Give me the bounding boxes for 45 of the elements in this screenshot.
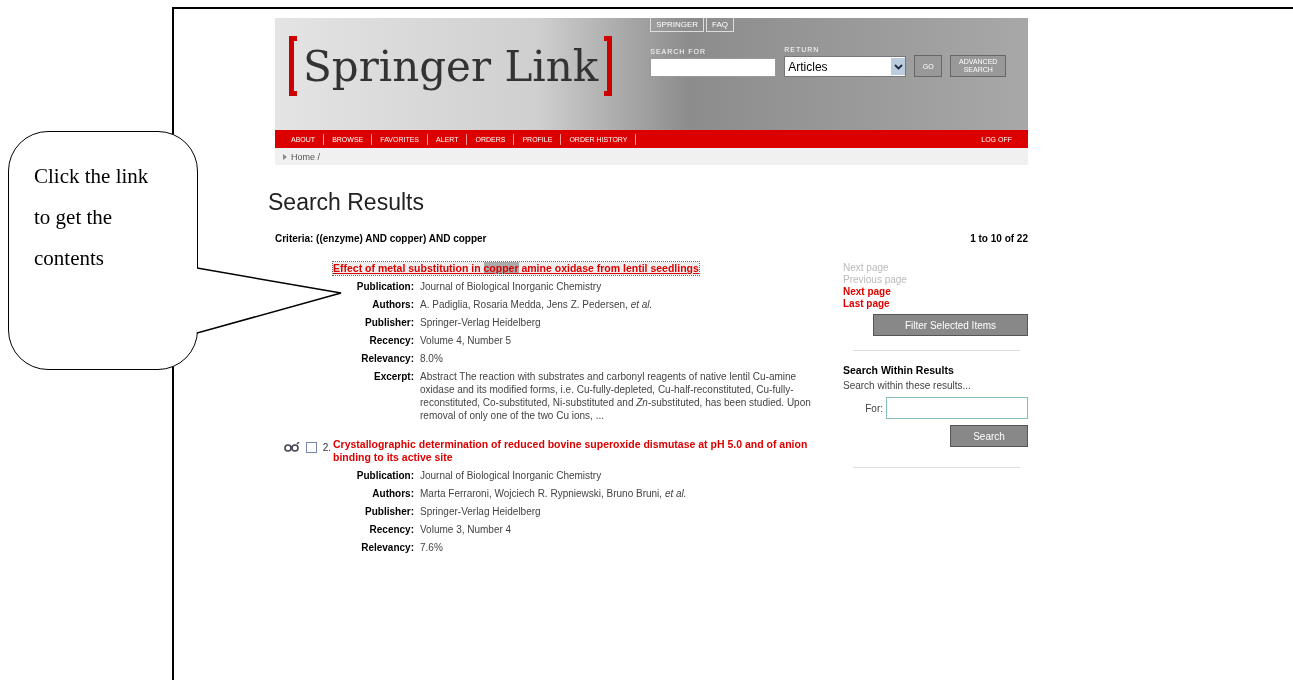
- field-label: Relevancy:: [360, 541, 415, 554]
- field-label: Authors:: [371, 487, 415, 500]
- callout-text: Click the link to get the contents: [34, 163, 150, 272]
- field-value: Volume 3, Number 4: [420, 523, 513, 536]
- breadcrumb-link[interactable]: Home /: [291, 151, 320, 162]
- field-value: Journal of Biological Inorganic Chemistry: [420, 280, 603, 293]
- field-label: Publisher:: [364, 316, 415, 329]
- field-value: A. Padiglia, Rosaria Medda, Jens Z. Pedersen, et al.: [420, 298, 654, 311]
- return-dropdown[interactable]: Articles: [784, 56, 907, 77]
- search-field[interactable]: [650, 58, 777, 77]
- field-label: Publication:: [355, 469, 415, 482]
- field-value: Springer-Verlag Heidelberg: [420, 316, 542, 329]
- field-label: Publisher:: [364, 505, 415, 518]
- pagination-link[interactable]: Last page: [843, 298, 1028, 310]
- page-title: Search Results: [268, 189, 425, 216]
- field-label: Recency:: [368, 334, 415, 347]
- field-value: Springer-Verlag Heidelberg: [420, 505, 542, 518]
- section-heading: Search Within Results: [843, 364, 955, 376]
- springerlink-logo: Springer Link: [285, 34, 617, 98]
- field-label: Relevancy:: [360, 352, 415, 365]
- search-within-field[interactable]: [886, 397, 1028, 419]
- field-label: Excerpt:: [373, 370, 415, 384]
- field-value: Marta Ferraroni, Wojciech R. Rypniewski, Bruno Bruni, et al.: [420, 487, 688, 500]
- field-value: 7.6%: [420, 541, 444, 554]
- top-tab[interactable]: SPRINGER: [650, 18, 704, 32]
- chevron-icon: [283, 153, 287, 160]
- top-tab[interactable]: FAQ: [706, 18, 735, 32]
- filter-selected-button[interactable]: Filter Selected Items: [873, 314, 1028, 336]
- result-title-link[interactable]: Crystallographic determination of reduced bovine superoxide dismutase at pH 5.0 and of anion binding to its active site: [333, 438, 813, 464]
- result-checkbox[interactable]: [305, 441, 317, 453]
- pagination-link[interactable]: Next page: [843, 286, 1028, 298]
- search-within-hint: Search within these results...: [843, 380, 972, 391]
- field-value: Volume 4, Number 5: [420, 334, 513, 347]
- for-label: For:: [865, 402, 883, 414]
- field-value: 8.0%: [420, 352, 444, 365]
- result-number: 2.: [322, 441, 331, 453]
- field-label: Recency:: [368, 523, 415, 536]
- result-range: 1 to 10 of 22: [970, 233, 1028, 244]
- field-label: Authors:: [371, 298, 415, 311]
- search-criteria: Criteria: ((enzyme) AND copper) AND copper: [275, 233, 487, 244]
- result-title-link[interactable]: Effect of metal substitution in copper amine oxidase from lentil seedlings: [333, 262, 699, 275]
- search-button[interactable]: Search: [950, 425, 1028, 447]
- field-value: Abstract The reaction with substrates and carbonyl reagents of native lentil Cu-amine oxidase and its modified forms, i.e. Cu-fully-depleted, Cu-half-reconstituted, Cu-fully-reconstituted, Co-substituted, Ni-substituted and Zn-substituted, has been studied. Upon removal of only one of the two Cu ions, ...: [420, 370, 812, 422]
- field-value: Journal of Biological Inorganic Chemistry: [420, 469, 603, 482]
- field-label: Publication:: [355, 280, 415, 293]
